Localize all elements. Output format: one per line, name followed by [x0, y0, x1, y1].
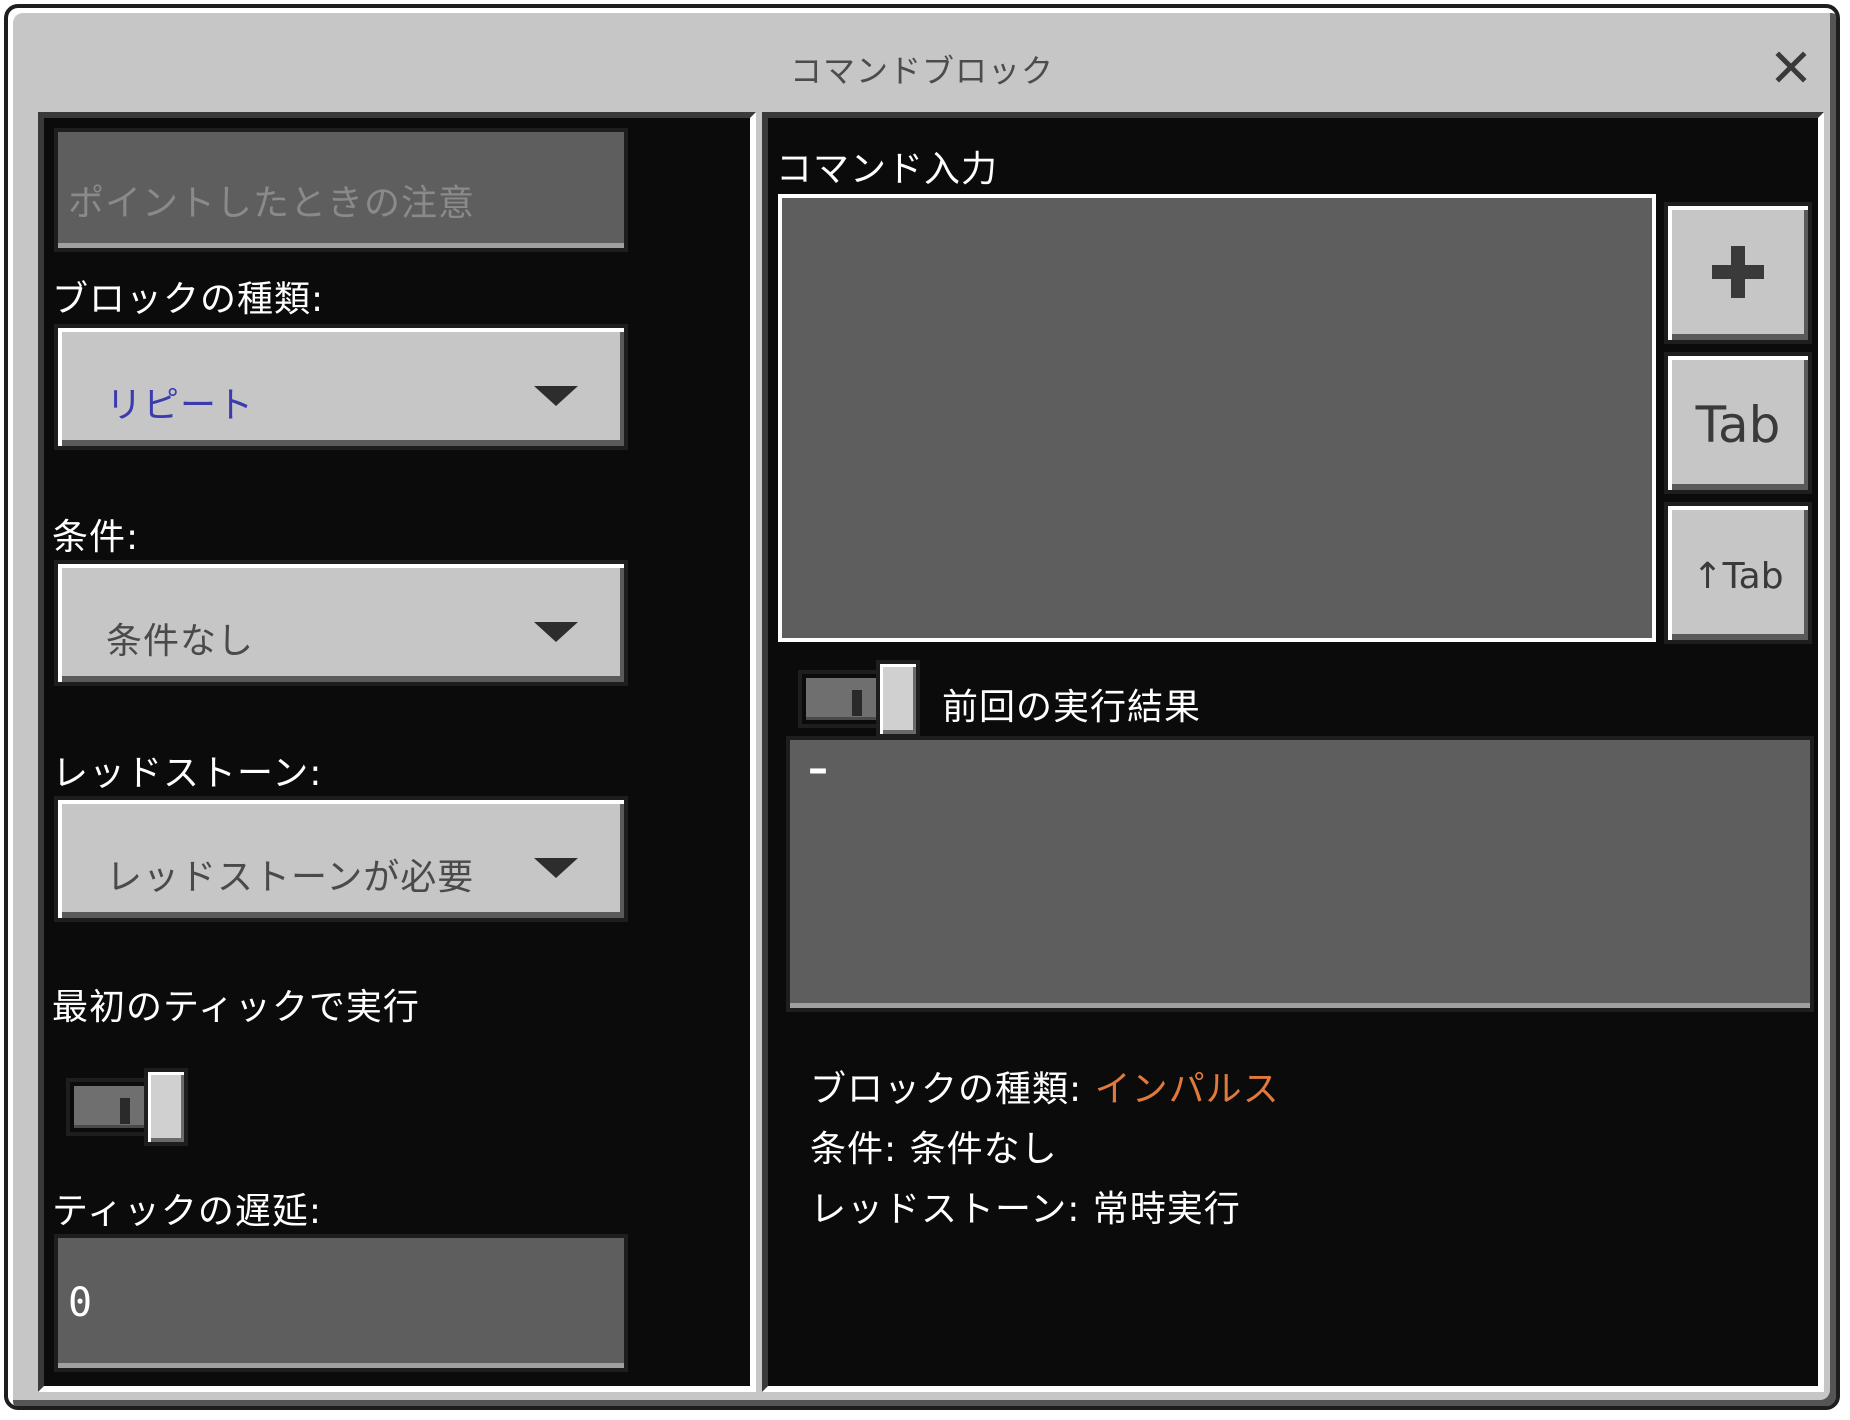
- redstone-dropdown[interactable]: レッドストーンが必要: [54, 796, 628, 922]
- shift-tab-button[interactable]: ↑Tab: [1664, 502, 1812, 644]
- condition-label: 条件:: [52, 517, 140, 558]
- block-type-label: ブロックの種類:: [52, 279, 325, 320]
- info-condition-value: 条件なし: [909, 1129, 1058, 1170]
- previous-output-field: –: [786, 736, 1814, 1012]
- condition-value: 条件なし: [106, 621, 255, 662]
- info-block-type-value: インパルス: [1094, 1069, 1280, 1110]
- info-block-type-label: ブロックの種類:: [810, 1069, 1083, 1110]
- hover-note-input[interactable]: ポイントしたときの注意: [54, 128, 628, 252]
- block-type-value: リピート: [106, 385, 255, 426]
- toggle-fill: [806, 678, 880, 720]
- toggle-off-indicator: [852, 690, 862, 716]
- tick-delay-label: ティックの遅延:: [52, 1191, 322, 1232]
- toggle-track: [66, 1078, 156, 1136]
- tick-delay-value: 0: [68, 1280, 93, 1326]
- dialog-title: コマンドブロック: [789, 52, 1054, 90]
- tick-delay-input[interactable]: 0: [54, 1234, 628, 1372]
- info-block-type: ブロックの種類: インパルス: [810, 1060, 1280, 1112]
- block-type-dropdown[interactable]: リピート: [54, 324, 628, 450]
- info-redstone-value: 常時実行: [1092, 1189, 1241, 1230]
- redstone-value: レッドストーンが必要: [106, 857, 475, 898]
- info-redstone-label: レッドストーン:: [810, 1189, 1081, 1230]
- execute-first-tick-label: 最初のティックで実行: [52, 987, 420, 1028]
- previous-output-toggle[interactable]: [798, 660, 922, 738]
- toggle-knob: [144, 1068, 188, 1146]
- previous-output-label: 前回の実行結果: [942, 687, 1202, 728]
- chevron-down-icon: [534, 622, 578, 642]
- add-button[interactable]: [1664, 202, 1812, 344]
- toggle-fill: [74, 1086, 148, 1128]
- previous-output-value: –: [808, 746, 828, 792]
- shift-tab-button-label: ↑Tab: [1692, 556, 1784, 597]
- toggle-off-indicator: [120, 1098, 130, 1124]
- chevron-down-icon: [534, 858, 578, 878]
- tab-button-label: Tab: [1695, 396, 1781, 454]
- command-input-label: コマンド入力: [776, 149, 999, 190]
- chevron-down-icon: [534, 386, 578, 406]
- condition-dropdown[interactable]: 条件なし: [54, 560, 628, 686]
- info-condition: 条件: 条件なし: [810, 1120, 1058, 1172]
- info-condition-label: 条件:: [810, 1129, 898, 1170]
- close-icon[interactable]: [1774, 50, 1808, 84]
- toggle-track: [798, 670, 888, 728]
- redstone-label: レッドストーン:: [52, 753, 323, 794]
- command-block-dialog: コマンドブロック ポイントしたときの注意 ブロックの種類: リピート 条件: 条…: [4, 4, 1840, 1410]
- command-input-field[interactable]: [778, 194, 1656, 642]
- plus-icon: [1712, 246, 1764, 298]
- tab-button[interactable]: Tab: [1664, 352, 1812, 494]
- hover-note-placeholder: ポイントしたときの注意: [68, 183, 476, 224]
- toggle-knob: [876, 660, 920, 738]
- settings-panel: ポイントしたときの注意 ブロックの種類: リピート 条件: 条件なし レッドスト…: [38, 112, 756, 1392]
- command-panel: コマンド入力 Tab ↑Tab 前回の実行結果 – ブロックの種類: インパルス: [762, 112, 1824, 1392]
- info-redstone: レッドストーン: 常時実行: [810, 1180, 1241, 1232]
- execute-first-tick-toggle[interactable]: [66, 1068, 190, 1146]
